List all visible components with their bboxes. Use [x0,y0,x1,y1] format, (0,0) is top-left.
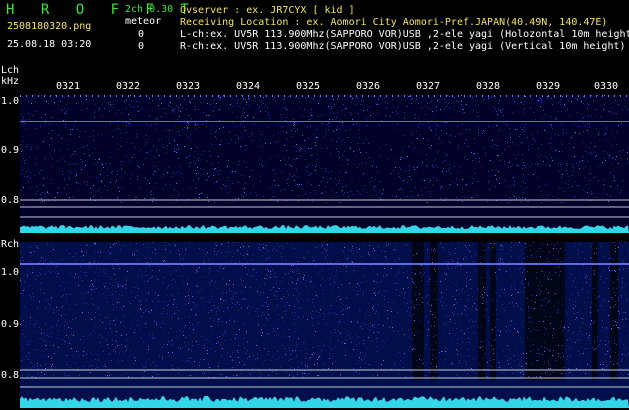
rch-tick-0-9: 0.9 [1,319,20,330]
dark-band [430,242,438,380]
lch-tick-0-8: 0.8 [1,195,20,206]
noise-level-trace [20,396,629,408]
time-tick-0328: 0328 [476,81,501,92]
lch-spectrogram [20,95,629,233]
meteor-count-rch: 0 [138,41,145,52]
noise-texture [20,95,629,203]
carrier-line [20,121,629,122]
lch-spectrogram-canvas [20,95,629,233]
location-info: Receiving Location : ex. Aomori City Aom… [180,17,608,28]
time-tick-0326: 0326 [356,81,381,92]
lch-tick-0-9: 0.9 [1,145,20,156]
time-tick-0329: 0329 [536,81,561,92]
rch-info: R-ch:ex. UV5R 113.900Mhz(SAPPORO VOR)USB… [180,41,626,52]
rch-axis-label: Rch [1,239,20,250]
rch-tick-1-0: 1.0 [1,267,20,278]
time-tick-0321: 0321 [56,81,81,92]
filename-label: 2508180320.png [7,21,92,32]
lch-info: L-ch:ex. UV5R 113.900Mhz(SAPPORO VOR)USB… [180,29,629,40]
channel-mode-label: 2ch 0.30 [125,4,174,15]
minute-dot-row [20,95,627,97]
lch-tick-1-0: 1.0 [1,96,20,107]
meteor-label: meteor [125,16,162,27]
datetime-label: 25.08.18 03:20 [7,39,92,50]
time-tick-0325: 0325 [296,81,321,92]
dark-band [478,242,486,380]
rch-tick-0-8: 0.8 [1,370,20,381]
khz-axis-label: kHz [1,76,20,87]
noise-level-trace [20,225,629,233]
dark-band [412,242,424,380]
lch-axis-label: Lch [1,65,20,76]
meteor-count-lch: 0 [138,29,145,40]
time-tick-0327: 0327 [416,81,441,92]
carrier-line [20,263,629,265]
dark-band [610,242,618,380]
time-tick-0324: 0324 [236,81,261,92]
time-tick-0323: 0323 [176,81,201,92]
rch-spectrogram-canvas [20,242,629,408]
rch-spectrogram [20,242,629,408]
time-tick-0322: 0322 [116,81,141,92]
observer-info: Ovserver : ex. JR7CYX [ kid ] [180,5,355,16]
time-tick-0330: 0330 [594,81,619,92]
hroft-screen: H R O F F T 2508180320.png 25.08.18 03:2… [0,0,629,410]
